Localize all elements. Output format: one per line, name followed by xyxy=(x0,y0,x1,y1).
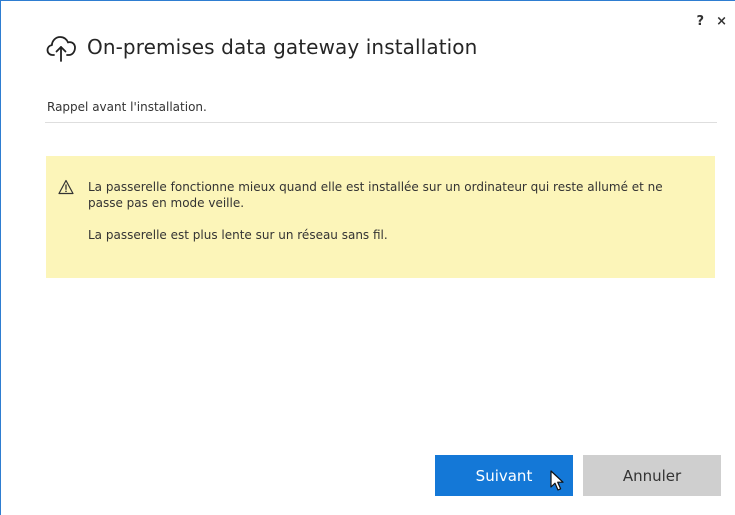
warning-icon xyxy=(58,179,74,195)
next-button[interactable]: Suivant xyxy=(435,455,573,496)
window-controls: ? × xyxy=(697,15,727,28)
dialog-subtitle: Rappel avant l'installation. xyxy=(47,100,207,114)
notice-row: La passerelle fonctionne mieux quand ell… xyxy=(58,179,695,243)
warning-notice: La passerelle fonctionne mieux quand ell… xyxy=(46,156,715,278)
notice-line-wireless: La passerelle est plus lente sur un rése… xyxy=(88,228,388,242)
dialog-header: On-premises data gateway installation xyxy=(45,31,477,63)
cloud-upload-icon xyxy=(46,36,76,62)
dialog-title: On-premises data gateway installation xyxy=(87,35,478,59)
header-divider xyxy=(45,122,717,123)
notice-line-power: La passerelle fonctionne mieux quand ell… xyxy=(88,180,663,210)
help-button[interactable]: ? xyxy=(697,15,705,28)
notice-text: La passerelle fonctionne mieux quand ell… xyxy=(88,179,695,243)
cancel-button[interactable]: Annuler xyxy=(583,455,721,496)
close-button[interactable]: × xyxy=(716,15,727,28)
installer-dialog: ? × On-premises data gateway installatio… xyxy=(0,0,735,515)
